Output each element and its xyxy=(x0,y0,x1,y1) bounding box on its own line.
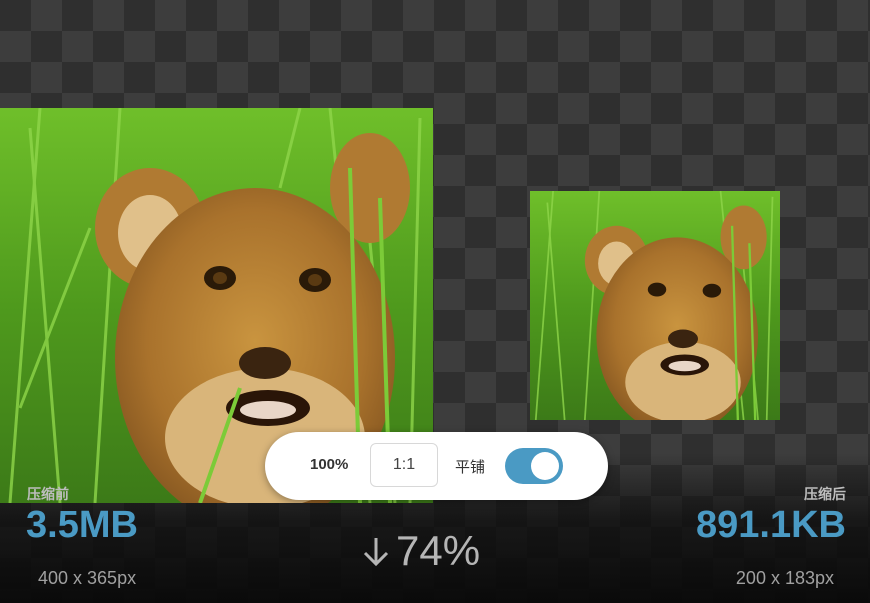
view-toolbar: 100% 1:1 平铺 xyxy=(265,432,608,500)
tile-label: 平铺 xyxy=(455,459,486,476)
zoom-level[interactable]: 100% xyxy=(310,456,348,473)
after-dimensions: 200 x 183px xyxy=(735,568,834,588)
actual-size-button[interactable]: 1:1 xyxy=(370,443,438,487)
before-size: 3.5MB xyxy=(26,504,138,546)
after-size: 891.1KB xyxy=(696,504,846,546)
reduction-percent: 74% xyxy=(396,527,481,574)
before-caption: 压缩前 xyxy=(27,486,69,502)
reduction-indicator: 74% xyxy=(362,527,480,575)
compressed-image xyxy=(530,191,780,420)
arrow-down-icon xyxy=(363,538,389,567)
before-dimensions: 400 x 365px xyxy=(38,568,137,588)
after-caption: 压缩后 xyxy=(804,486,846,502)
tile-toggle[interactable] xyxy=(505,448,563,484)
toggle-knob xyxy=(531,452,559,480)
